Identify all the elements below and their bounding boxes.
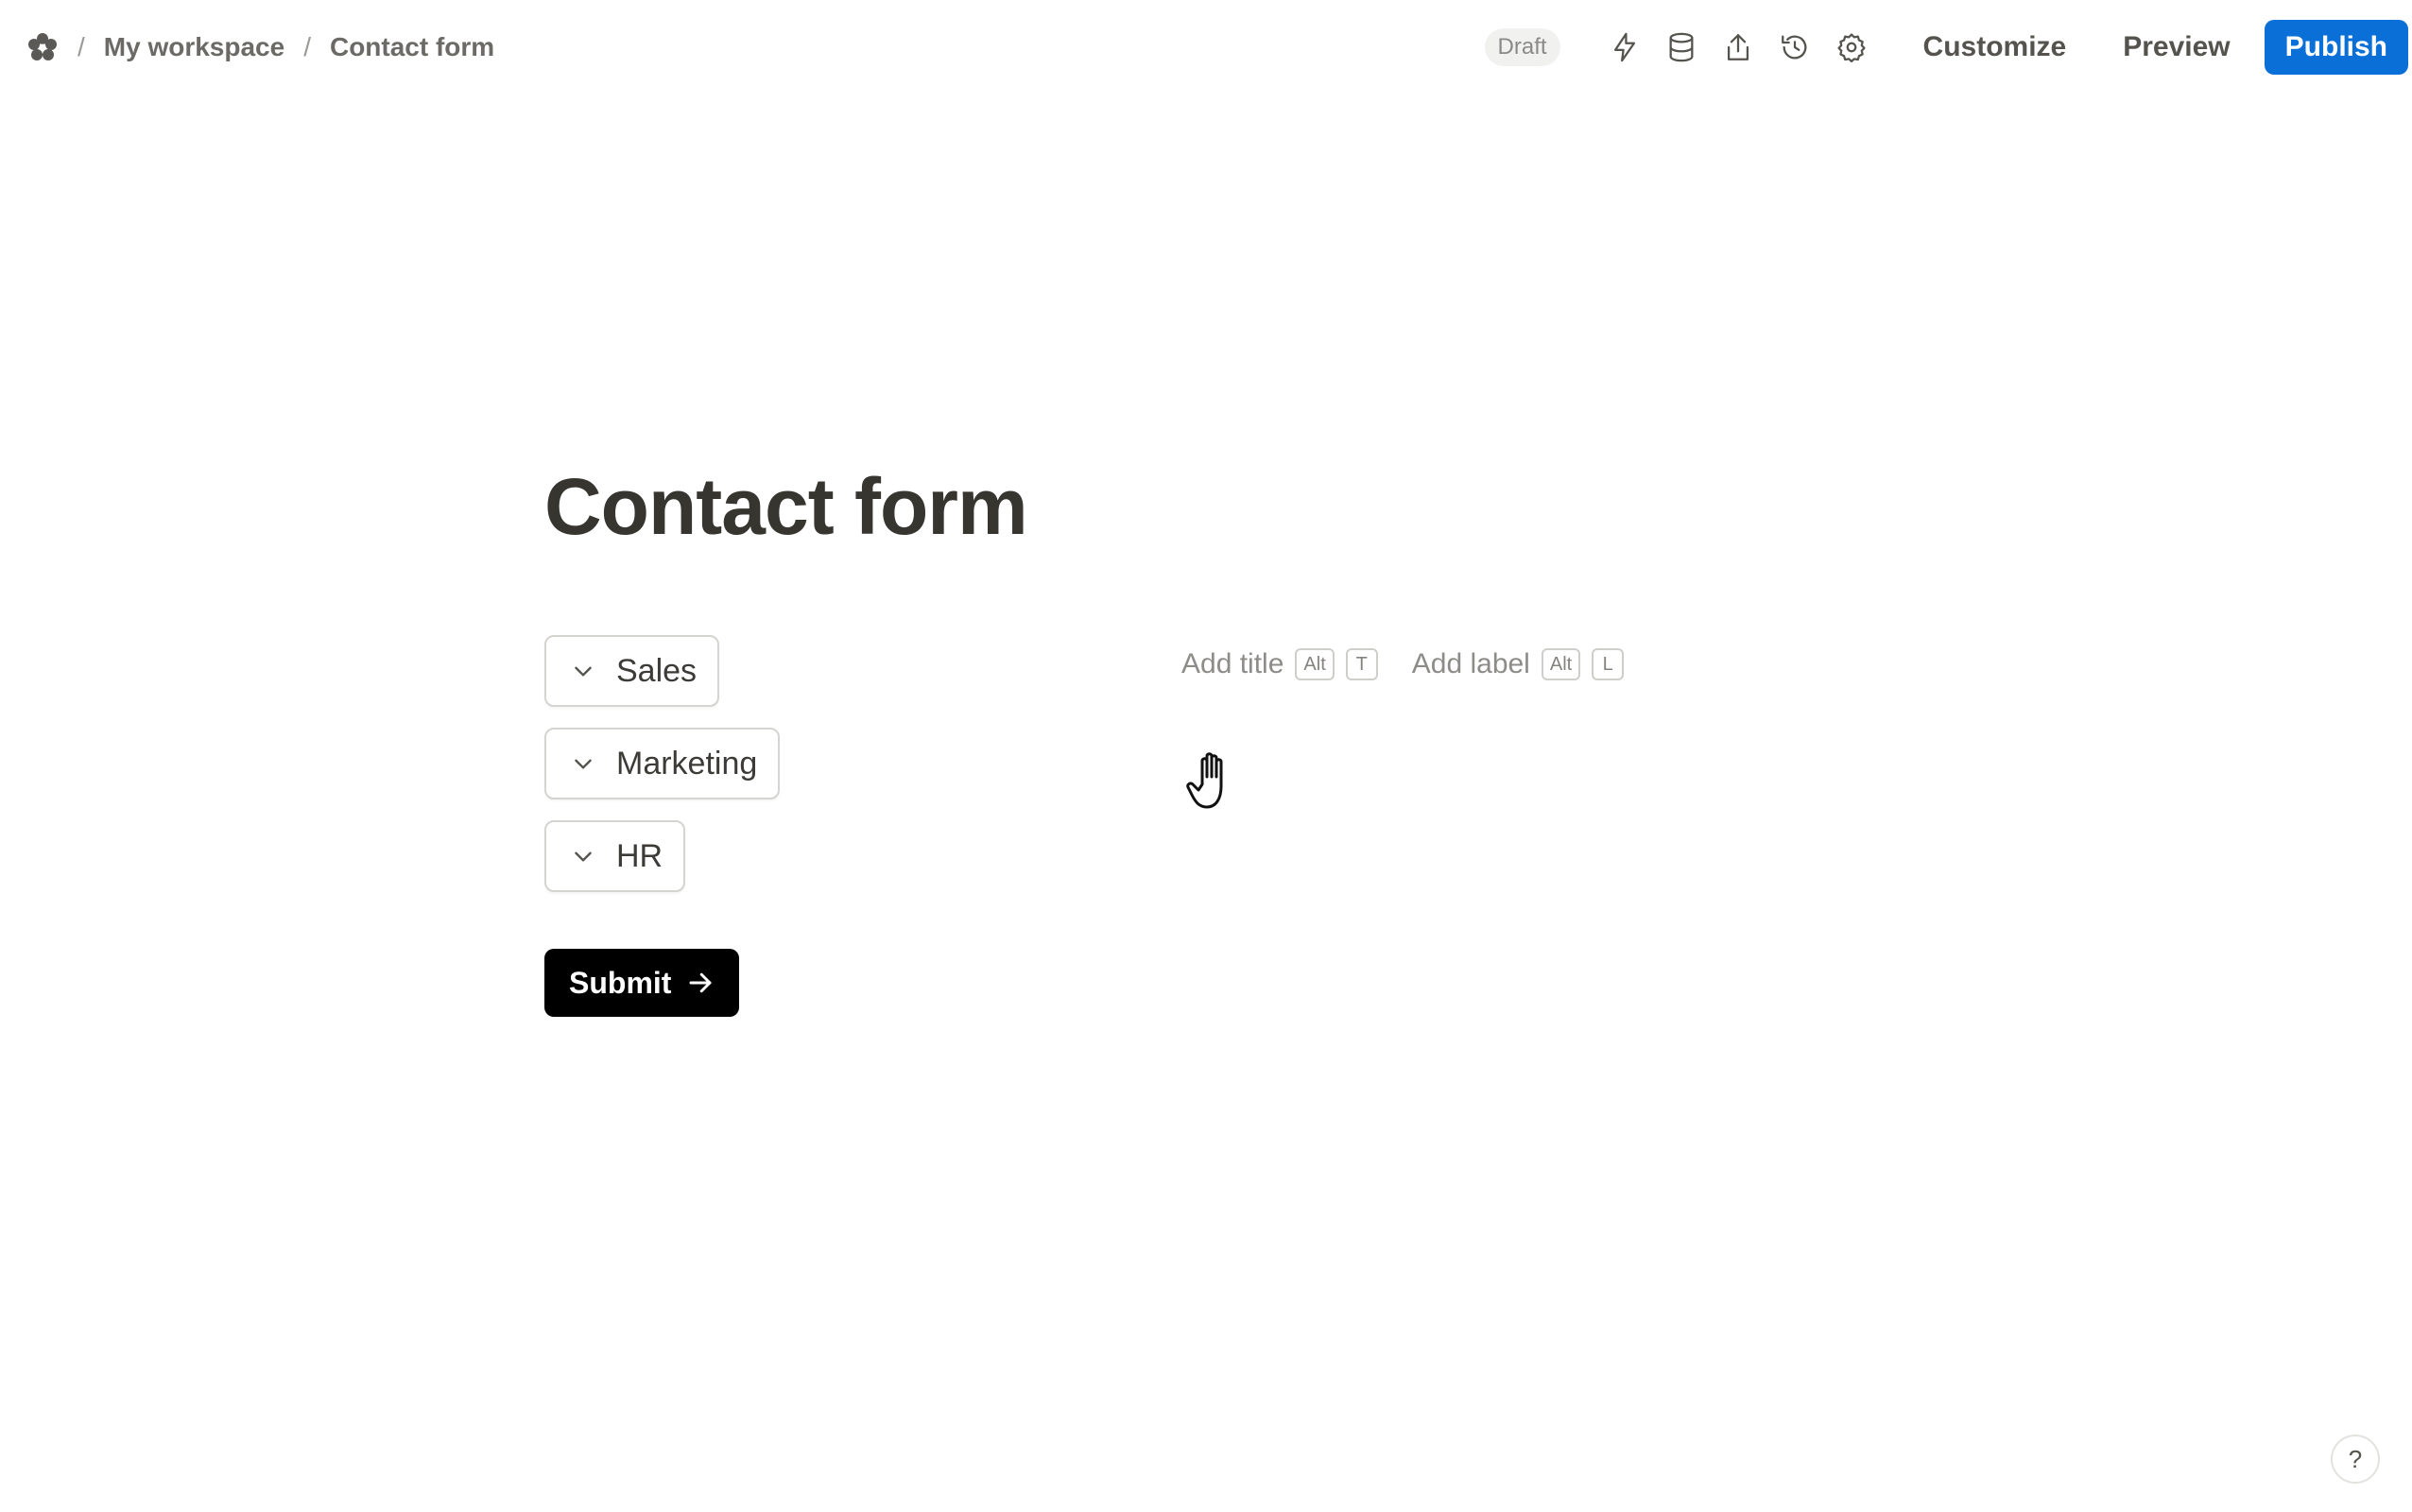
breadcrumb-form[interactable]: Contact form xyxy=(330,32,494,62)
preview-button[interactable]: Preview xyxy=(2102,22,2250,73)
shortcut-key: Alt xyxy=(1295,648,1335,680)
breadcrumb-separator: / xyxy=(78,32,85,61)
share-icon[interactable] xyxy=(1717,26,1759,68)
chevron-down-icon xyxy=(571,844,595,868)
arrow-right-icon xyxy=(686,969,715,997)
option-sales[interactable]: Sales xyxy=(544,635,720,707)
shortcut-key: T xyxy=(1345,648,1378,680)
help-button[interactable]: ? xyxy=(2331,1435,2380,1484)
customize-button[interactable]: Customize xyxy=(1903,22,2088,73)
history-icon[interactable] xyxy=(1774,26,1816,68)
option-label: Marketing xyxy=(616,745,758,782)
breadcrumb-separator: / xyxy=(303,32,311,61)
shortcut-hints: Add title Alt T Add label Alt L xyxy=(1181,648,1625,680)
form-editor: / My workspace / Contact form Draft Cust… xyxy=(0,0,2412,1512)
header-actions: Draft Customize Preview Publish xyxy=(1484,17,2412,77)
database-icon[interactable] xyxy=(1661,26,1702,68)
chevron-down-icon xyxy=(571,659,595,683)
shortcut-key: L xyxy=(1592,648,1625,680)
status-badge: Draft xyxy=(1484,28,1560,66)
shortcut-key: Alt xyxy=(1541,648,1581,680)
publish-button[interactable]: Publish xyxy=(2264,20,2408,75)
add-title-button[interactable]: Add title xyxy=(1181,648,1284,680)
lightning-icon[interactable] xyxy=(1604,26,1645,68)
top-bar: / My workspace / Contact form Draft Cust… xyxy=(0,0,2412,94)
chevron-down-icon xyxy=(571,751,595,776)
hand-cursor-icon xyxy=(1186,752,1223,809)
option-marketing[interactable]: Marketing xyxy=(544,728,781,799)
submit-label: Submit xyxy=(569,965,672,1000)
add-label-button[interactable]: Add label xyxy=(1412,648,1530,680)
option-label: HR xyxy=(616,837,663,874)
submit-button[interactable]: Submit xyxy=(544,949,740,1017)
gear-icon[interactable] xyxy=(1831,26,1872,68)
option-hr[interactable]: HR xyxy=(544,820,686,892)
breadcrumb: / My workspace / Contact form xyxy=(26,26,494,68)
breadcrumb-workspace[interactable]: My workspace xyxy=(104,32,284,62)
option-label: Sales xyxy=(616,652,698,689)
form-title[interactable]: Contact form xyxy=(544,461,1028,553)
flower-logo-icon[interactable] xyxy=(26,31,59,63)
